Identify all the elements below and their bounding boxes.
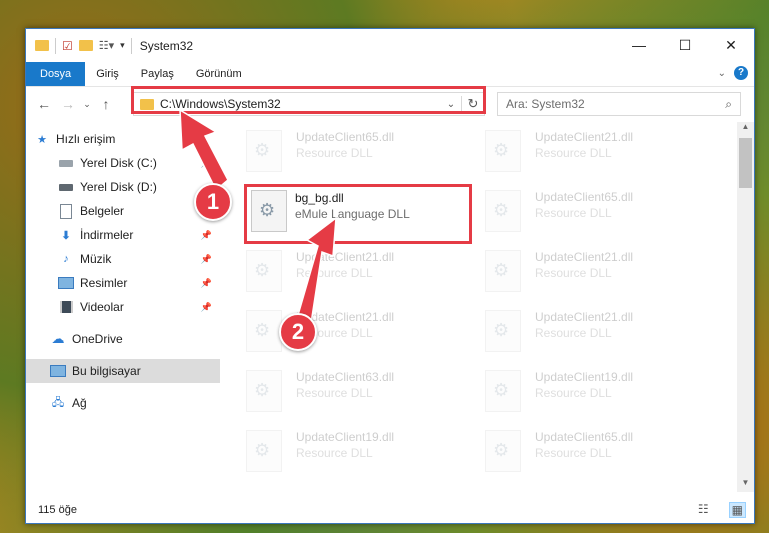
step-badge-1: 1 bbox=[194, 183, 232, 221]
step-badge-2: 2 bbox=[279, 313, 317, 351]
arrow-one bbox=[179, 108, 229, 192]
annotation-arrows bbox=[179, 108, 337, 332]
